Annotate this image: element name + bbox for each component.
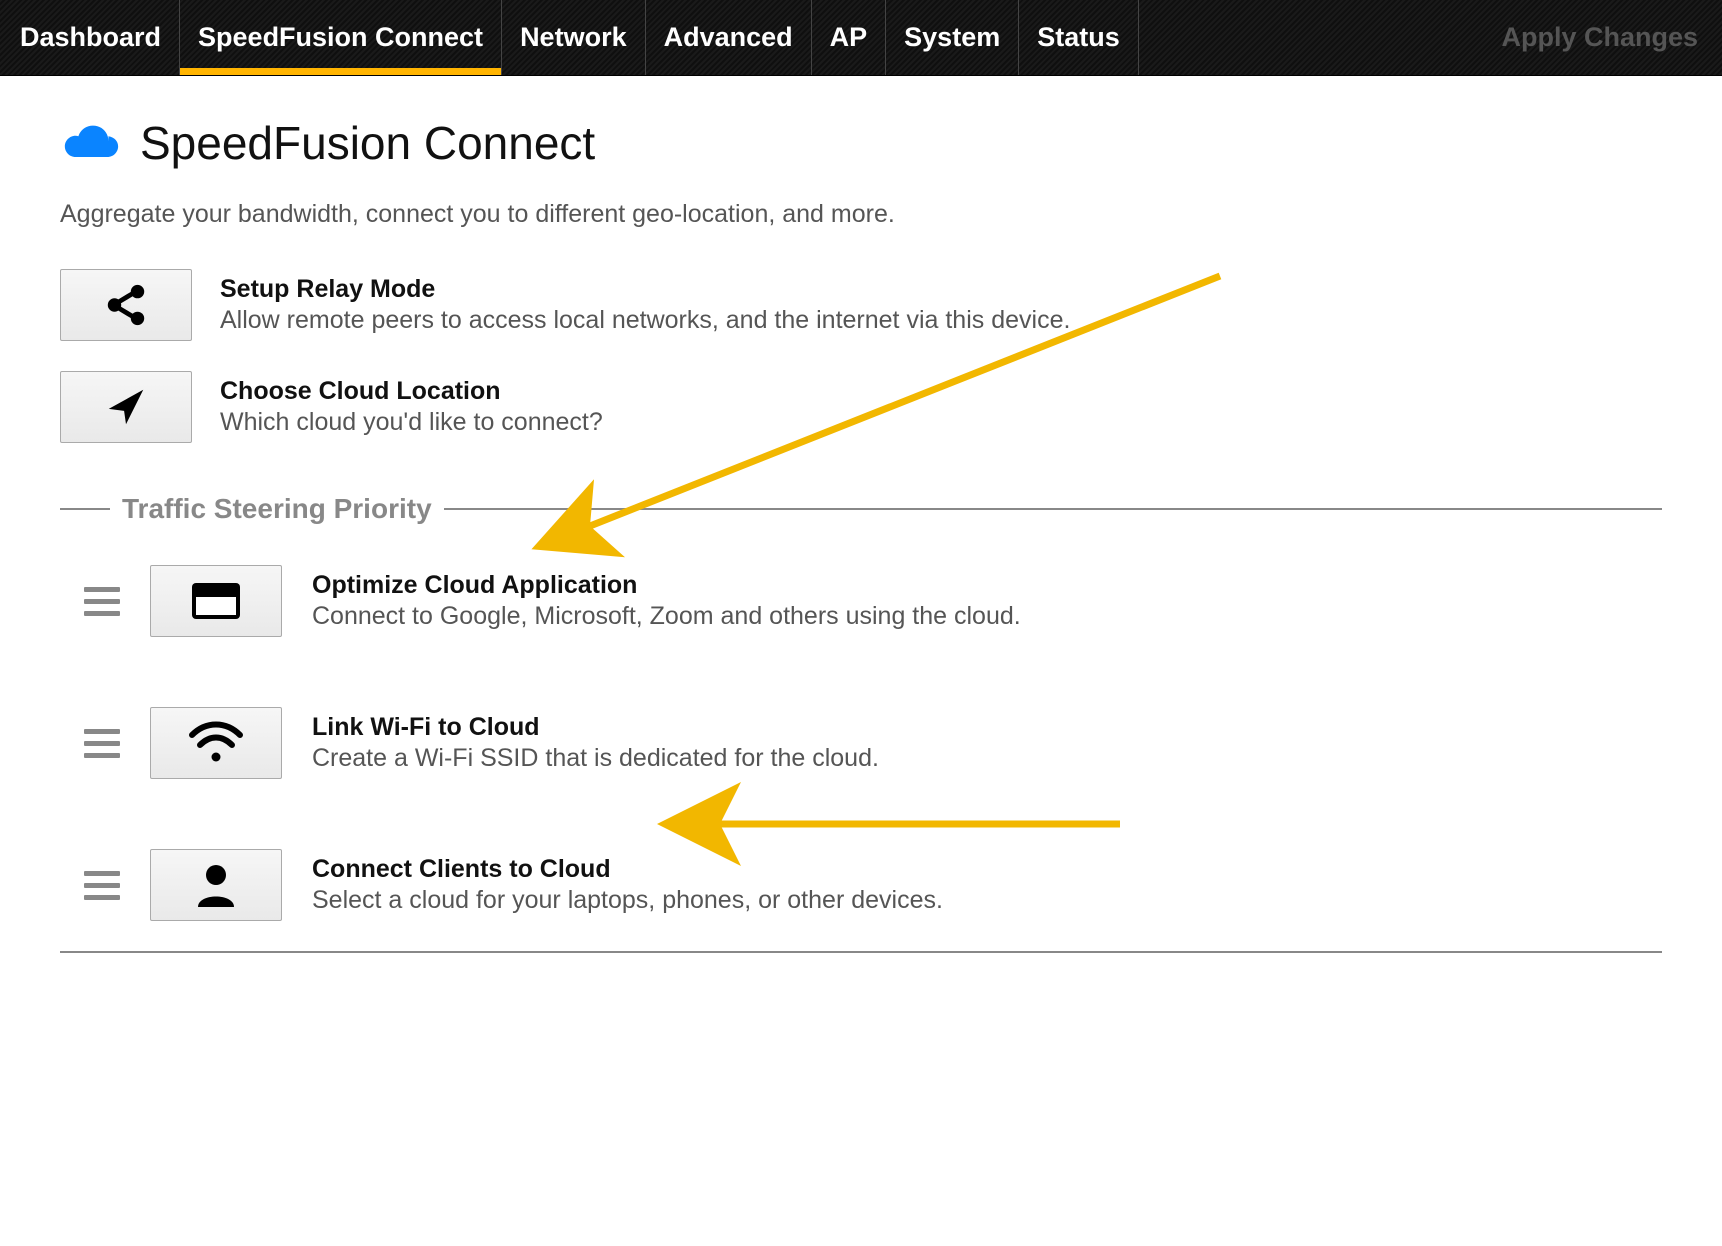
card-desc: Select a cloud for your laptops, phones,… xyxy=(312,886,1662,915)
page-content: SpeedFusion Connect Aggregate your bandw… xyxy=(0,76,1722,953)
card-choose-cloud-location: Choose Cloud Location Which cloud you'd … xyxy=(60,371,1662,443)
nav-dashboard[interactable]: Dashboard xyxy=(0,0,180,75)
connect-clients-button[interactable] xyxy=(150,849,282,921)
setup-relay-mode-button[interactable] xyxy=(60,269,192,341)
section-header-traffic-steering: Traffic Steering Priority xyxy=(60,493,1662,525)
wifi-icon xyxy=(188,721,244,765)
card-title: Choose Cloud Location xyxy=(220,377,1662,406)
nav-network[interactable]: Network xyxy=(502,0,646,75)
share-icon xyxy=(103,282,149,328)
priority-link-wifi: Link Wi-Fi to Cloud Create a Wi-Fi SSID … xyxy=(60,707,1662,779)
top-navbar: Dashboard SpeedFusion Connect Network Ad… xyxy=(0,0,1722,76)
choose-cloud-location-button[interactable] xyxy=(60,371,192,443)
apply-changes-button[interactable]: Apply Changes xyxy=(1477,0,1722,75)
user-icon xyxy=(194,861,238,909)
page-subtitle: Aggregate your bandwidth, connect you to… xyxy=(60,200,1662,229)
card-desc: Connect to Google, Microsoft, Zoom and o… xyxy=(312,602,1662,631)
drag-handle-icon[interactable] xyxy=(84,871,120,900)
priority-connect-clients: Connect Clients to Cloud Select a cloud … xyxy=(60,849,1662,921)
card-title: Optimize Cloud Application xyxy=(312,571,1662,600)
location-arrow-icon xyxy=(103,384,149,430)
page-title-row: SpeedFusion Connect xyxy=(60,116,1662,170)
link-wifi-button[interactable] xyxy=(150,707,282,779)
nav-advanced[interactable]: Advanced xyxy=(646,0,812,75)
nav-speedfusion-connect[interactable]: SpeedFusion Connect xyxy=(180,0,502,75)
card-title: Setup Relay Mode xyxy=(220,275,1662,304)
nav-system[interactable]: System xyxy=(886,0,1019,75)
section-title: Traffic Steering Priority xyxy=(110,493,444,525)
page-title: SpeedFusion Connect xyxy=(140,116,595,170)
drag-handle-icon[interactable] xyxy=(84,729,120,758)
nav-status[interactable]: Status xyxy=(1019,0,1139,75)
card-title: Connect Clients to Cloud xyxy=(312,855,1662,884)
cloud-icon xyxy=(60,119,122,167)
nav-ap[interactable]: AP xyxy=(812,0,887,75)
optimize-cloud-app-button[interactable] xyxy=(150,565,282,637)
window-icon xyxy=(188,577,244,625)
divider xyxy=(60,951,1662,953)
card-desc: Create a Wi-Fi SSID that is dedicated fo… xyxy=(312,744,1662,773)
card-setup-relay-mode: Setup Relay Mode Allow remote peers to a… xyxy=(60,269,1662,341)
card-desc: Which cloud you'd like to connect? xyxy=(220,408,1662,437)
priority-optimize-cloud-app: Optimize Cloud Application Connect to Go… xyxy=(60,565,1662,637)
drag-handle-icon[interactable] xyxy=(84,587,120,616)
card-title: Link Wi-Fi to Cloud xyxy=(312,713,1662,742)
card-desc: Allow remote peers to access local netwo… xyxy=(220,306,1662,335)
